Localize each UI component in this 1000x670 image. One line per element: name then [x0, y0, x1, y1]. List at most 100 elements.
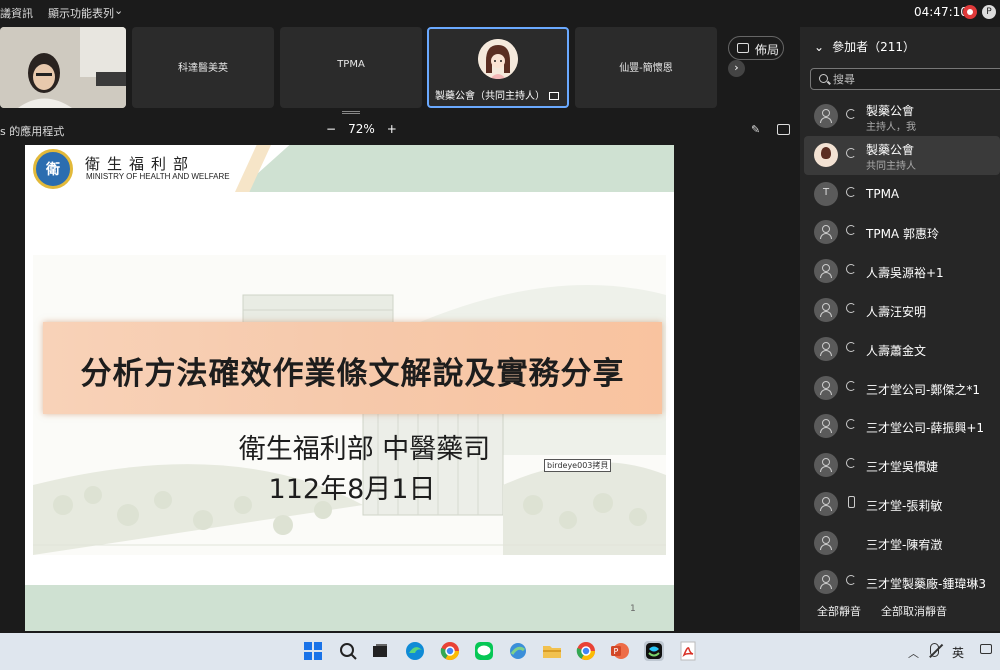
unmute-all-button[interactable]: 全部取消靜音: [881, 603, 947, 619]
headset-icon: [846, 186, 857, 198]
headset-icon: [846, 147, 857, 159]
record-icon[interactable]: [963, 5, 977, 19]
participant-name: 人壽蕭金文: [866, 343, 927, 358]
participant-row[interactable]: 三才堂公司-鄭傑之*1: [800, 369, 1000, 408]
acrobat-icon[interactable]: [678, 641, 698, 661]
headset-icon: [846, 302, 857, 314]
participant-row[interactable]: 三才堂-陳宥澂: [800, 524, 1000, 563]
avatar: [478, 39, 518, 79]
participant-row[interactable]: 人壽汪安明: [800, 291, 1000, 330]
participant-name: TPMA: [866, 186, 900, 201]
page-number: 1: [630, 604, 636, 614]
avatar: [814, 569, 838, 594]
popout-icon[interactable]: [777, 124, 790, 135]
file-explorer-icon[interactable]: [542, 641, 562, 661]
layout-label: 佈局: [755, 43, 780, 57]
header-decoration: [237, 145, 674, 192]
participants-count: 參加者（211）: [832, 40, 915, 54]
avatar: [814, 375, 838, 400]
mute-all-button[interactable]: 全部靜音: [817, 603, 861, 619]
tile-name: TPMA: [337, 59, 365, 70]
chevron-up-icon[interactable]: ︿: [908, 645, 919, 661]
edge-icon[interactable]: [405, 641, 425, 661]
layout-button[interactable]: 佈局: [728, 36, 784, 60]
zoom-controls: −72% +: [320, 122, 403, 136]
image-label-tag: birdeye003拷貝: [544, 459, 612, 472]
title-banner: 分析方法確效作業條文解說及實務分享: [43, 322, 662, 414]
participant-row[interactable]: 人壽蕭金文: [800, 330, 1000, 369]
pin-icon[interactable]: P: [982, 5, 996, 19]
participant-role: 主持人，我: [866, 122, 916, 133]
line-icon[interactable]: [474, 641, 494, 661]
avatar: [814, 297, 838, 322]
participant-row[interactable]: 人壽吳源裕+1: [800, 252, 1000, 291]
network-icon[interactable]: [980, 644, 992, 654]
participants-header[interactable]: ⌄ 參加者（211）: [814, 38, 915, 55]
headset-icon: [846, 380, 857, 392]
participant-row[interactable]: 三才堂-張莉敏: [800, 485, 1000, 524]
participant-row[interactable]: 三才堂吳慣婕: [800, 446, 1000, 485]
powerpoint-icon[interactable]: P: [610, 641, 630, 661]
participant-row[interactable]: TPMA 郭惠玲: [800, 213, 1000, 252]
participant-name: 製藥公會: [866, 104, 915, 118]
chevron-down-icon[interactable]: ⌄: [814, 40, 824, 54]
avatar: [814, 530, 838, 555]
participant-name: 三才堂公司-鄭傑之*1: [866, 382, 980, 397]
input-language[interactable]: 英: [952, 644, 964, 661]
participant-row[interactable]: 三才堂製藥廠-鍾瑋琳3: [800, 563, 1000, 602]
zoom-in-button[interactable]: +: [387, 122, 397, 136]
task-view-icon[interactable]: [370, 641, 390, 661]
search-input[interactable]: [833, 72, 993, 87]
avatar: [814, 259, 838, 284]
windows-start-icon[interactable]: [303, 641, 323, 661]
vpn-icon[interactable]: [508, 641, 528, 661]
headset-icon: [846, 264, 857, 275]
headset-icon: [846, 109, 857, 120]
participant-row[interactable]: T TPMA: [800, 175, 1000, 214]
chevron-down-icon[interactable]: ⌄: [114, 4, 123, 17]
participant-name: 三才堂公司-薛振興+1: [866, 421, 985, 436]
annotate-icon[interactable]: ✎: [751, 123, 760, 136]
tile-name: 製藥公會（共同主持人）: [435, 87, 559, 102]
layout-icon: [737, 43, 749, 53]
participant-row[interactable]: 製藥公會 共同主持人: [804, 135, 1000, 175]
participant-name: 製藥公會: [866, 142, 915, 157]
avatar: [814, 142, 838, 167]
avatar: T: [814, 181, 838, 206]
shared-app-title: s 的應用程式: [0, 125, 65, 138]
participant-name: TPMA 郭惠玲: [866, 227, 939, 242]
slide-date: 112年8月1日: [268, 474, 436, 505]
video-tile[interactable]: 仙豐-簡懷恩: [575, 27, 717, 108]
chrome-icon[interactable]: [576, 641, 596, 661]
meeting-info-menu[interactable]: 議資訊: [0, 5, 33, 21]
chevron-right-icon[interactable]: ›: [728, 60, 745, 77]
participant-search[interactable]: [810, 68, 1000, 90]
search-icon: [819, 74, 828, 83]
avatar: [814, 336, 838, 361]
headset-icon: [846, 225, 857, 236]
video-tile-active[interactable]: 製藥公會（共同主持人）: [427, 27, 569, 108]
participant-name: 三才堂製藥廠-鍾瑋琳3: [866, 576, 986, 591]
zoom-out-button[interactable]: −: [326, 122, 336, 136]
webex-icon[interactable]: [644, 641, 664, 661]
headset-icon: [846, 341, 857, 353]
participant-row[interactable]: 三才堂公司-薛振興+1: [800, 407, 1000, 446]
video-tile-camera[interactable]: [0, 27, 126, 108]
avatar: [814, 414, 838, 439]
top-menu-bar: 議資訊 顯示功能表列 ⌄ 04:47:10 P: [0, 0, 1000, 24]
participant-name: 三才堂-陳宥澂: [866, 537, 943, 552]
mic-muted-icon[interactable]: [930, 643, 939, 657]
search-icon[interactable]: [338, 641, 358, 661]
video-tile[interactable]: TPMA: [280, 27, 422, 108]
participant-row[interactable]: 製藥公會 主持人，我: [800, 97, 1000, 136]
video-tile[interactable]: 科達醫美英: [132, 27, 274, 108]
show-menu-bar-menu[interactable]: 顯示功能表列: [48, 5, 114, 21]
slide-title: 分析方法確效作業條文解說及實務分享: [80, 356, 625, 392]
avatar: [814, 220, 838, 245]
headset-icon: [846, 419, 857, 430]
resize-handle[interactable]: [342, 111, 360, 114]
windows-taskbar: P ︿ 英: [0, 633, 1000, 670]
slide-footer: [25, 585, 674, 631]
participant-name: 三才堂吳慣婕: [866, 460, 939, 475]
chrome-icon[interactable]: [440, 641, 460, 661]
